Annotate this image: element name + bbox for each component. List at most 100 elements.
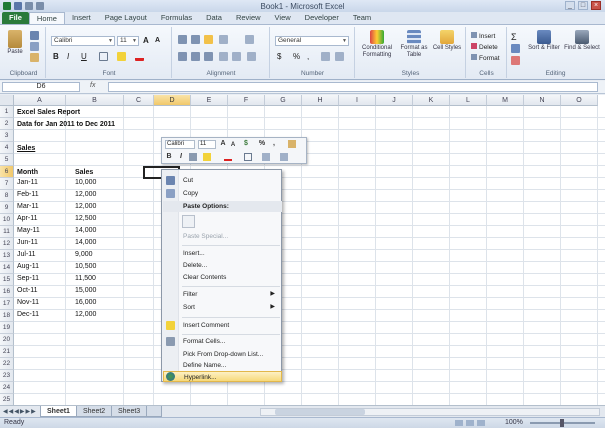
menu-item-delete[interactable]: Delete... bbox=[180, 260, 281, 271]
column-header-m[interactable]: M bbox=[487, 95, 524, 106]
cell-a4-heading[interactable]: Sales bbox=[17, 143, 35, 155]
sheet-tab-2[interactable]: Sheet2 bbox=[76, 406, 113, 417]
tab-insert[interactable]: Insert bbox=[65, 12, 98, 24]
mini-font-color-icon[interactable] bbox=[224, 153, 232, 161]
cell-sales[interactable]: 12,000 bbox=[75, 189, 96, 201]
cell-month[interactable]: Aug-11 bbox=[17, 261, 39, 273]
wrap-text-icon[interactable] bbox=[245, 35, 254, 44]
paste-button[interactable]: Paste bbox=[5, 30, 25, 56]
cell-month[interactable]: Feb-11 bbox=[17, 189, 39, 201]
percent-button[interactable]: % bbox=[293, 52, 302, 61]
column-header-h[interactable]: H bbox=[302, 95, 339, 106]
row-header-24[interactable]: 24 bbox=[0, 382, 14, 394]
row-header-25[interactable]: 25 bbox=[0, 394, 14, 405]
menu-item-hyperlink[interactable]: Hyperlink... bbox=[163, 371, 282, 382]
menu-item-insert-comment[interactable]: Insert Comment bbox=[180, 320, 281, 331]
row-header-10[interactable]: 10 bbox=[0, 214, 14, 226]
mini-format-painter-icon[interactable] bbox=[288, 140, 296, 148]
row-header-20[interactable]: 20 bbox=[0, 334, 14, 346]
mini-font-combo[interactable]: Calibri bbox=[165, 140, 195, 149]
cut-icon[interactable] bbox=[30, 31, 39, 40]
tab-developer[interactable]: Developer bbox=[298, 12, 346, 24]
page-layout-view-icon[interactable] bbox=[466, 420, 474, 426]
copy-icon[interactable] bbox=[30, 42, 39, 51]
scrollbar-thumb[interactable] bbox=[275, 409, 365, 415]
align-middle-icon[interactable] bbox=[191, 35, 200, 44]
cell-sales[interactable]: 12,000 bbox=[75, 309, 96, 321]
tab-team[interactable]: Team bbox=[346, 12, 378, 24]
formula-input[interactable] bbox=[108, 82, 598, 92]
mini-fill-color-icon[interactable] bbox=[203, 153, 211, 161]
row-header-3[interactable]: 3 bbox=[0, 130, 14, 142]
row-header-11[interactable]: 11 bbox=[0, 226, 14, 238]
format-cells-button[interactable]: Format bbox=[471, 53, 500, 64]
cell-sales[interactable]: 10,500 bbox=[75, 261, 96, 273]
font-size-combo[interactable]: 11 ▼ bbox=[117, 36, 139, 46]
row-header-17[interactable]: 17 bbox=[0, 298, 14, 310]
row-header-18[interactable]: 18 bbox=[0, 310, 14, 322]
column-header-k[interactable]: K bbox=[413, 95, 450, 106]
tab-data[interactable]: Data bbox=[199, 12, 229, 24]
shrink-font-icon[interactable]: A bbox=[155, 37, 164, 46]
row-header-8[interactable]: 8 bbox=[0, 190, 14, 202]
row-header-16[interactable]: 16 bbox=[0, 286, 14, 298]
horizontal-scrollbar[interactable] bbox=[260, 408, 600, 416]
mini-percent-icon[interactable]: % bbox=[258, 140, 266, 148]
column-header-n[interactable]: N bbox=[524, 95, 561, 106]
mini-center-icon[interactable] bbox=[189, 153, 197, 161]
cell-month[interactable]: Sep-11 bbox=[17, 273, 39, 285]
insert-cells-button[interactable]: Insert bbox=[471, 31, 500, 42]
cell-month[interactable]: May-11 bbox=[17, 225, 40, 237]
column-header-g[interactable]: G bbox=[265, 95, 302, 106]
cell-styles-button[interactable]: Cell Styles bbox=[432, 30, 462, 52]
tab-view[interactable]: View bbox=[268, 12, 298, 24]
row-header-7[interactable]: 7 bbox=[0, 178, 14, 190]
tab-home[interactable]: Home bbox=[28, 12, 65, 24]
row-header-4[interactable]: 4 bbox=[0, 142, 14, 154]
cell-a1-title[interactable]: Excel Sales Report bbox=[17, 107, 80, 119]
sort-filter-button[interactable]: Sort & Filter bbox=[526, 30, 562, 52]
mini-grow-font-icon[interactable]: A bbox=[219, 140, 227, 148]
row-header-2[interactable]: 2 bbox=[0, 118, 14, 130]
row-header-22[interactable]: 22 bbox=[0, 358, 14, 370]
align-center-icon[interactable] bbox=[191, 52, 200, 61]
fill-color-icon[interactable] bbox=[117, 52, 126, 61]
column-header-i[interactable]: I bbox=[339, 95, 376, 106]
menu-item-sort[interactable]: Sort ▶ bbox=[180, 302, 281, 313]
orientation-icon[interactable] bbox=[219, 35, 228, 44]
align-top-icon[interactable] bbox=[178, 35, 187, 44]
column-header-c[interactable]: C bbox=[124, 95, 154, 106]
row-header-15[interactable]: 15 bbox=[0, 274, 14, 286]
column-header-b[interactable]: B bbox=[66, 95, 124, 106]
mini-comma-icon[interactable]: , bbox=[270, 140, 278, 148]
tab-page-layout[interactable]: Page Layout bbox=[98, 12, 154, 24]
tab-review[interactable]: Review bbox=[229, 12, 268, 24]
cell-month[interactable]: Jun-11 bbox=[17, 237, 38, 249]
mini-size-combo[interactable]: 11 bbox=[198, 140, 216, 149]
tab-file[interactable]: File bbox=[2, 12, 29, 24]
row-header-19[interactable]: 19 bbox=[0, 322, 14, 334]
page-break-view-icon[interactable] bbox=[477, 420, 485, 426]
fill-icon[interactable] bbox=[511, 44, 520, 53]
bold-button[interactable]: B bbox=[53, 52, 62, 61]
column-header-o[interactable]: O bbox=[561, 95, 598, 106]
column-header-a[interactable]: A bbox=[14, 95, 66, 106]
cell-sales[interactable]: 15,000 bbox=[75, 285, 96, 297]
menu-item-filter[interactable]: Filter ▶ bbox=[180, 289, 281, 300]
close-button[interactable]: × bbox=[591, 1, 601, 10]
menu-item-copy[interactable]: Copy bbox=[180, 188, 281, 199]
row-header-12[interactable]: 12 bbox=[0, 238, 14, 250]
align-bottom-icon[interactable] bbox=[204, 35, 213, 44]
increase-decimal-icon[interactable] bbox=[321, 52, 330, 61]
cell-sales[interactable]: 12,000 bbox=[75, 201, 96, 213]
cell-sales[interactable]: 14,000 bbox=[75, 225, 96, 237]
clear-icon[interactable] bbox=[511, 56, 520, 65]
row-header-23[interactable]: 23 bbox=[0, 370, 14, 382]
autosum-icon[interactable]: Σ bbox=[511, 32, 520, 42]
row-header-9[interactable]: 9 bbox=[0, 202, 14, 214]
italic-button[interactable]: I bbox=[67, 52, 76, 61]
align-left-icon[interactable] bbox=[178, 52, 187, 61]
cell-month[interactable]: Jul-11 bbox=[17, 249, 36, 261]
underline-button[interactable]: U bbox=[81, 52, 90, 61]
menu-item-format-cells[interactable]: Format Cells... bbox=[180, 336, 281, 347]
